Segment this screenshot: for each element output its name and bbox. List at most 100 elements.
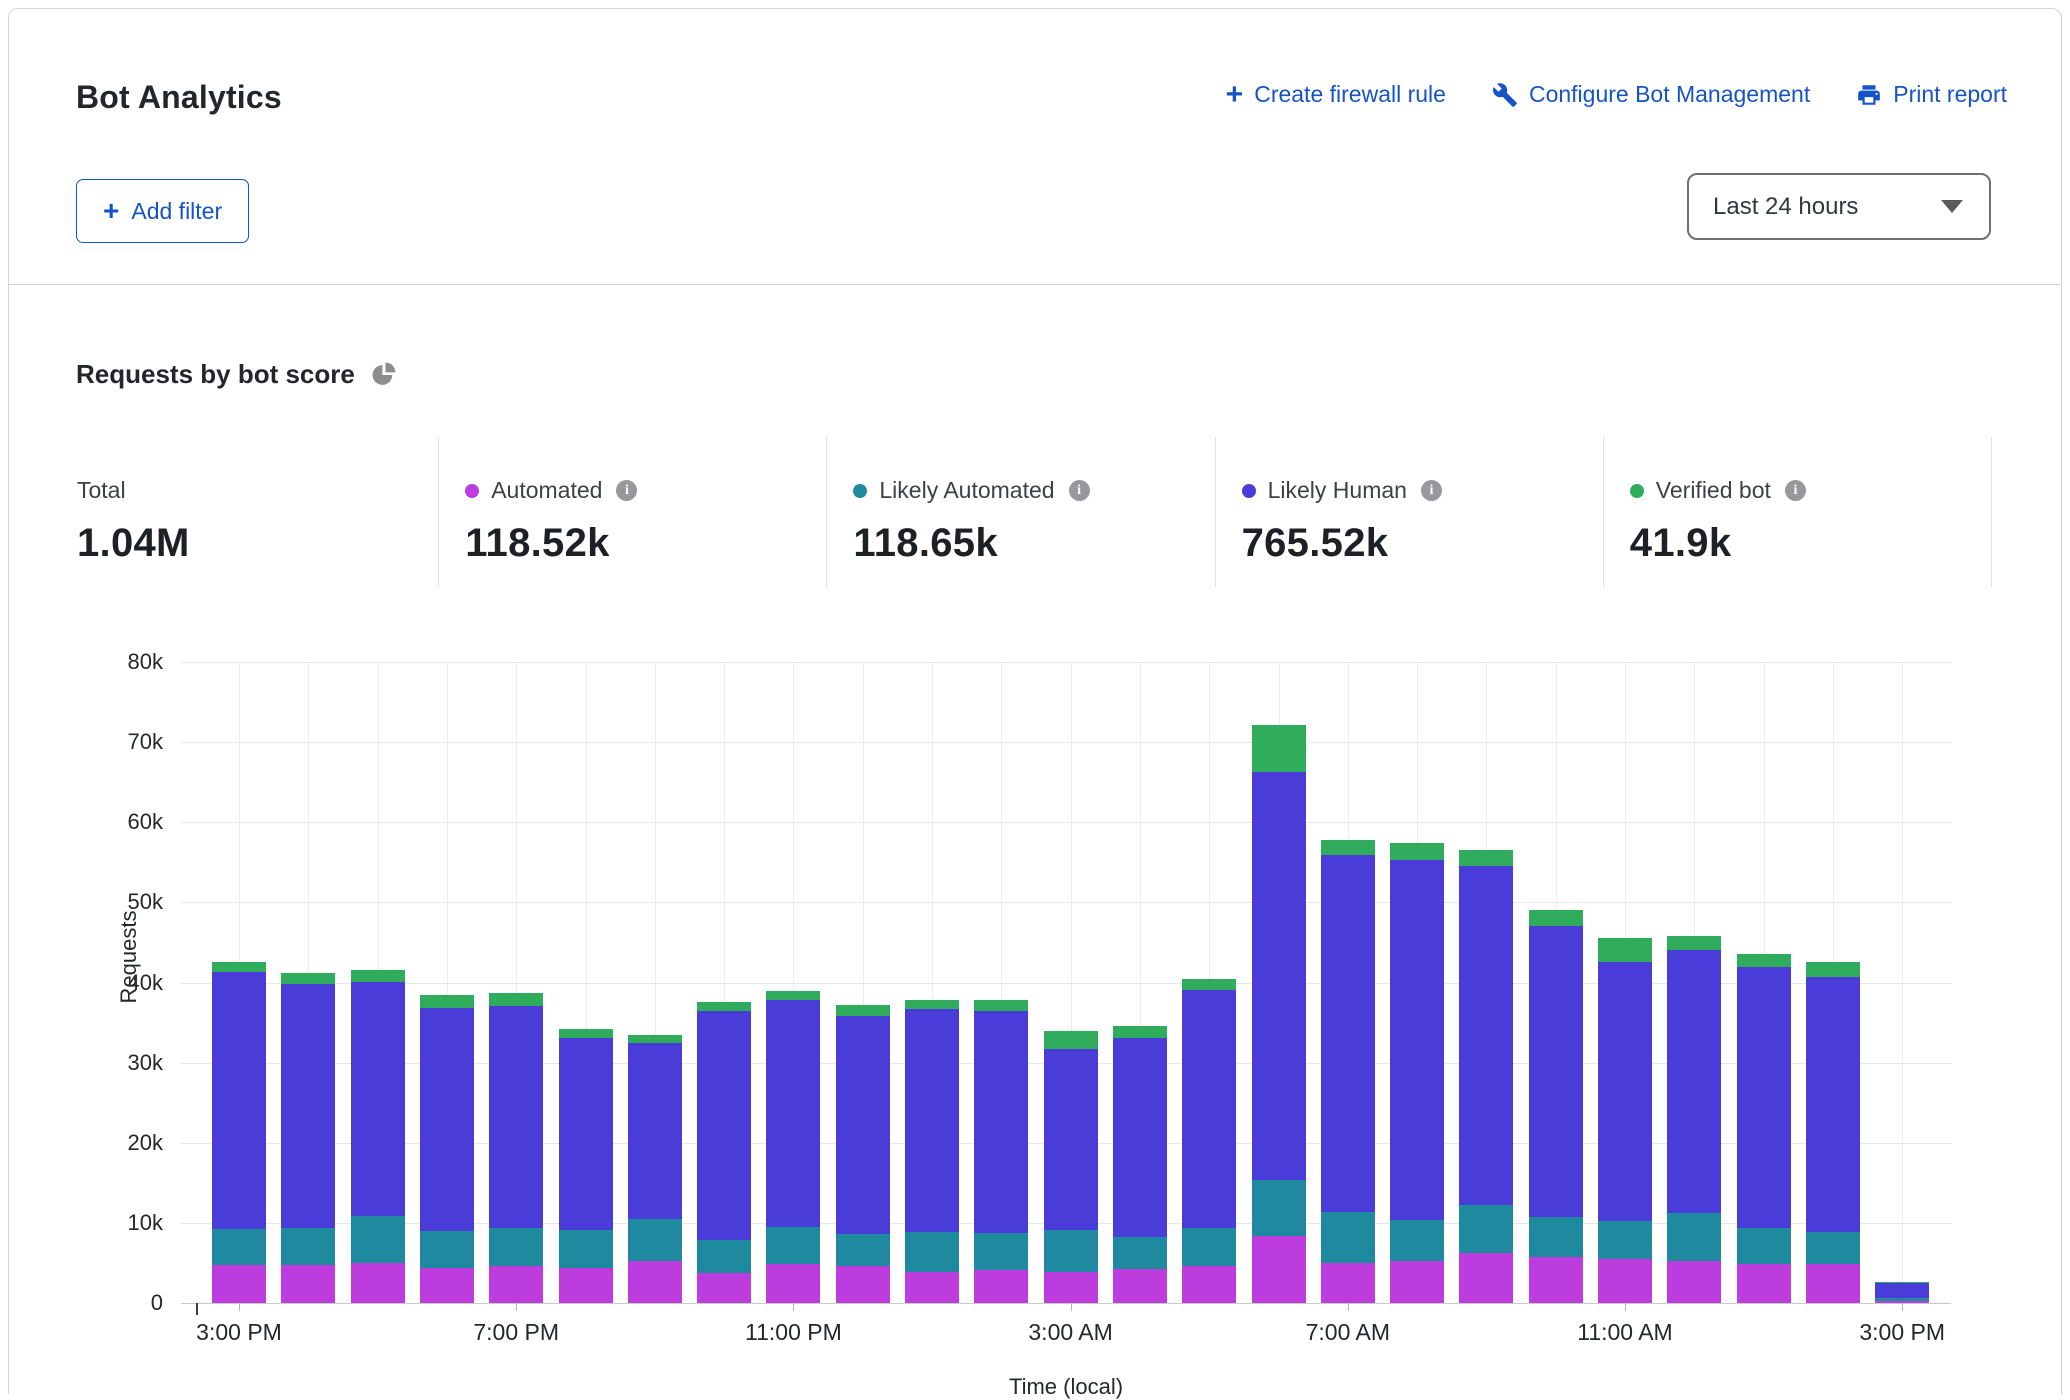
- action-label: Print report: [1893, 81, 2007, 108]
- bar-segment-verified-bot: [1667, 936, 1721, 950]
- x-tick: [1071, 1303, 1072, 1311]
- stats-row: Total1.04MAutomatedi118.52kLikely Automa…: [51, 437, 1992, 587]
- bar-segment-likely-automated: [628, 1219, 682, 1261]
- x-tick-label: 3:00 PM: [159, 1319, 319, 1346]
- bar-segment-likely-automated: [420, 1231, 474, 1268]
- bar-segment-likely-automated: [559, 1230, 613, 1268]
- bar-segment-automated: [1737, 1264, 1791, 1303]
- bar-segment-likely-human: [1598, 962, 1652, 1222]
- info-icon[interactable]: i: [1069, 480, 1090, 501]
- bar-400am: [1113, 1026, 1167, 1303]
- bar-segment-likely-human: [836, 1016, 890, 1234]
- section-title-row: Requests by bot score: [76, 359, 398, 390]
- x-tick: [1902, 1303, 1903, 1311]
- page-title: Bot Analytics: [76, 79, 282, 116]
- bar-segment-automated: [1598, 1259, 1652, 1303]
- time-range-select[interactable]: Last 24 hours: [1687, 173, 1991, 240]
- stat-label: Automated: [491, 477, 602, 504]
- bar-segment-likely-automated: [974, 1233, 1028, 1270]
- pie-chart-icon: [371, 361, 398, 388]
- bar-1200pm: [1667, 936, 1721, 1303]
- info-icon[interactable]: i: [616, 480, 637, 501]
- bar-segment-likely-human: [766, 1000, 820, 1227]
- bar-segment-verified-bot: [766, 991, 820, 1000]
- stat-label-row: Total: [77, 477, 438, 504]
- bar-segment-likely-human: [974, 1011, 1028, 1234]
- add-filter-label: Add filter: [131, 198, 222, 225]
- bar-segment-likely-automated: [1113, 1237, 1167, 1269]
- bar-segment-likely-human: [489, 1006, 543, 1228]
- bar-segment-likely-automated: [1459, 1205, 1513, 1252]
- bar-segment-verified-bot: [974, 1000, 1028, 1010]
- stat-value: 118.65k: [853, 521, 1214, 566]
- action-link-create-firewall-rule[interactable]: +Create firewall rule: [1226, 81, 1446, 108]
- bar-segment-automated: [1044, 1272, 1098, 1303]
- bar-1000pm: [697, 1002, 751, 1303]
- stat-label: Total: [77, 477, 126, 504]
- x-tick: [239, 1303, 240, 1311]
- requests-chart: 010k20k30k40k50k60k70k80k3:00 PM7:00 PM1…: [181, 662, 1951, 1303]
- y-axis-title: Requests: [116, 897, 142, 1017]
- bar-segment-likely-automated: [1737, 1228, 1791, 1263]
- bar-segment-likely-automated: [1044, 1230, 1098, 1272]
- bar-segment-verified-bot: [1598, 938, 1652, 962]
- bar-segment-automated: [420, 1268, 474, 1303]
- y-tick-label: 70k: [73, 729, 163, 755]
- bar-segment-automated: [1806, 1264, 1860, 1303]
- y-tick-label: 0: [73, 1290, 163, 1316]
- bar-900am: [1459, 850, 1513, 1303]
- action-link-print-report[interactable]: Print report: [1856, 81, 2007, 108]
- bar-segment-likely-automated: [212, 1229, 266, 1265]
- bar-1100pm: [766, 991, 820, 1303]
- bar-segment-automated: [766, 1264, 820, 1303]
- bar-200am: [974, 1000, 1028, 1303]
- bar-segment-likely-automated: [1598, 1221, 1652, 1259]
- y-tick-label: 20k: [73, 1130, 163, 1156]
- plus-icon: +: [1226, 85, 1244, 105]
- bar-segment-likely-human: [628, 1043, 682, 1219]
- bar-segment-likely-human: [1182, 990, 1236, 1229]
- bar-segment-automated: [212, 1265, 266, 1303]
- x-tick: [1625, 1303, 1626, 1311]
- bar-segment-verified-bot: [1529, 910, 1583, 927]
- bar-segment-automated: [559, 1268, 613, 1303]
- add-filter-button[interactable]: + Add filter: [76, 179, 249, 243]
- bar-segment-likely-automated: [489, 1228, 543, 1267]
- x-tick-label: 11:00 PM: [713, 1319, 873, 1346]
- legend-dot: [853, 484, 867, 498]
- stat-label: Likely Human: [1268, 477, 1407, 504]
- bar-segment-automated: [351, 1263, 405, 1303]
- stat-value: 765.52k: [1242, 521, 1603, 566]
- stat-col-likely-automated: Likely Automatedi 118.65k: [827, 437, 1215, 587]
- stat-col-automated: Automatedi118.52k: [439, 437, 827, 587]
- bar-segment-verified-bot: [559, 1029, 613, 1038]
- action-link-configure-bot-management[interactable]: Configure Bot Management: [1492, 81, 1810, 108]
- wrench-icon: [1492, 82, 1518, 108]
- time-range-value: Last 24 hours: [1713, 193, 1941, 221]
- bar-segment-likely-human: [1529, 926, 1583, 1217]
- bar-segment-verified-bot: [697, 1002, 751, 1011]
- header: Bot Analytics +Create firewall rule Confi…: [9, 9, 2061, 285]
- bar-segment-automated: [281, 1265, 335, 1304]
- x-tick-label: 3:00 PM: [1822, 1319, 1982, 1346]
- bar-segment-verified-bot: [1737, 954, 1791, 968]
- x-tick-label: 7:00 PM: [436, 1319, 596, 1346]
- bar-segment-verified-bot: [1252, 725, 1306, 772]
- info-icon[interactable]: i: [1785, 480, 1806, 501]
- bar-segment-automated: [1459, 1253, 1513, 1304]
- x-tick: [793, 1303, 794, 1311]
- bar-segment-likely-automated: [1806, 1232, 1860, 1264]
- y-tick-label: 10k: [73, 1210, 163, 1236]
- header-actions: +Create firewall rule Configure Bot Manag…: [1226, 81, 2007, 108]
- bar-segment-likely-automated: [1529, 1217, 1583, 1257]
- bar-segment-automated: [1321, 1263, 1375, 1303]
- bar-segment-automated: [1667, 1261, 1721, 1304]
- bar-100am: [905, 1000, 959, 1303]
- bar-segment-verified-bot: [1182, 979, 1236, 989]
- printer-icon: [1856, 82, 1882, 108]
- stat-label-row: Likely Automatedi: [853, 477, 1214, 504]
- bar-segment-verified-bot: [212, 962, 266, 972]
- info-icon[interactable]: i: [1421, 480, 1442, 501]
- bar-segment-verified-bot: [905, 1000, 959, 1009]
- bar-segment-likely-human: [1252, 772, 1306, 1181]
